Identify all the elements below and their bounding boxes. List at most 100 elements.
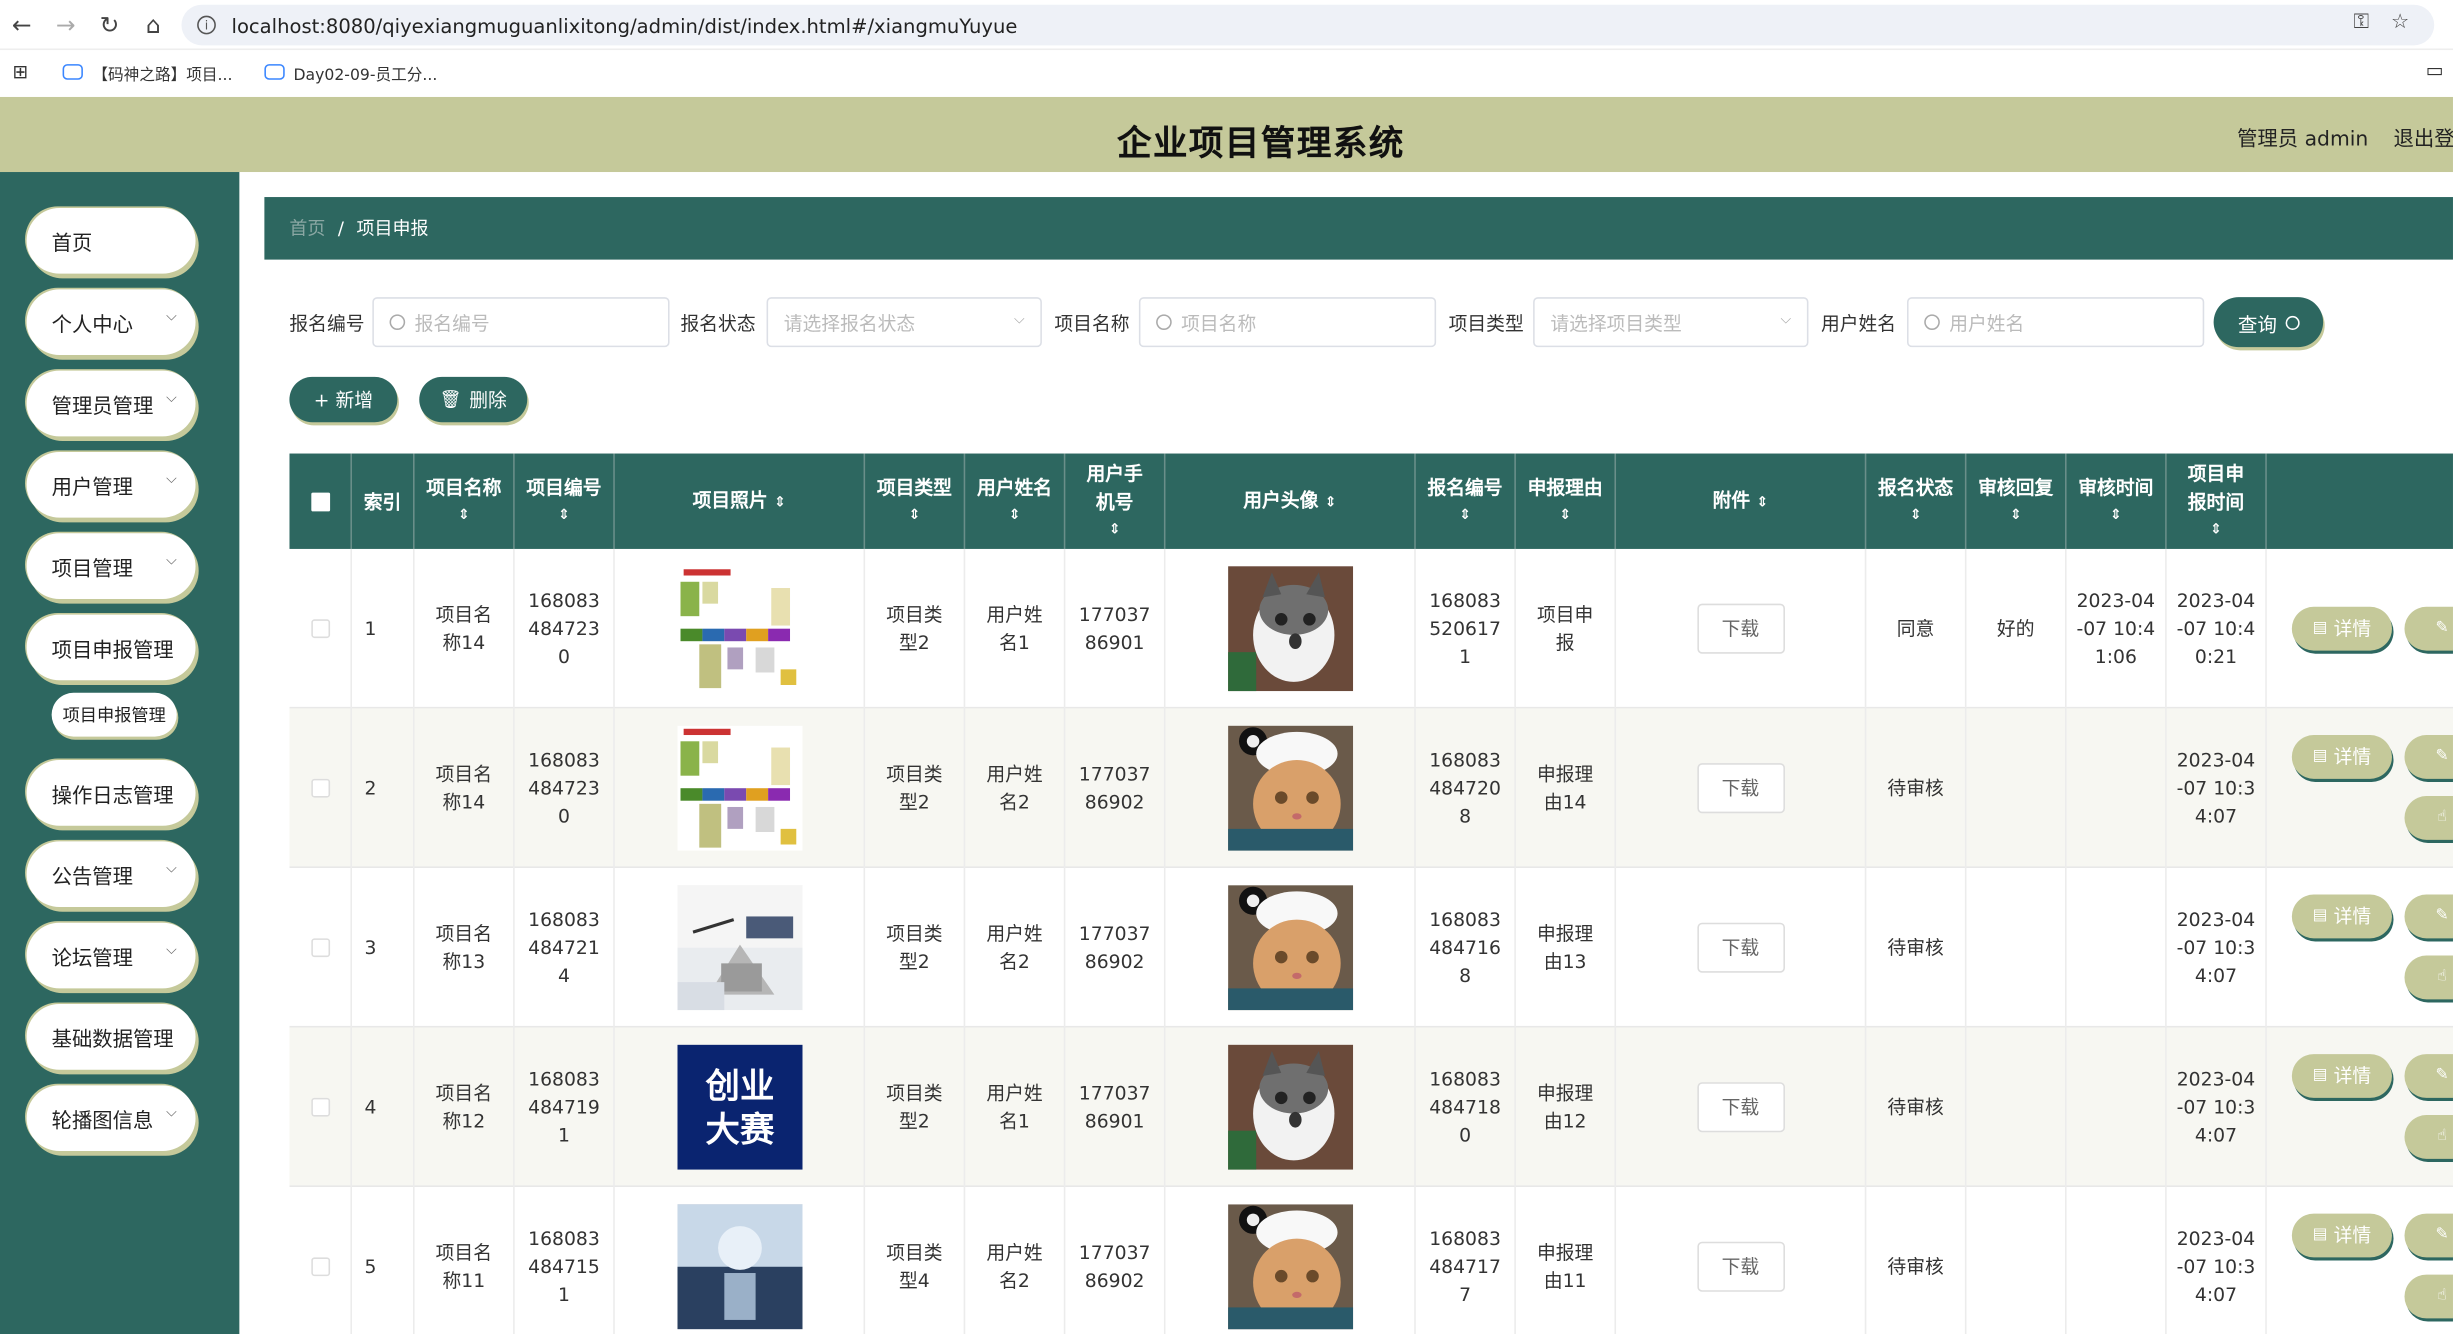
download-button[interactable]: 下载 xyxy=(1696,922,1785,973)
edit-button[interactable]: ✎修 xyxy=(2404,735,2453,779)
sidebar-item[interactable]: 操作日志管理 xyxy=(26,760,196,826)
sort-icon[interactable]: ⇕ xyxy=(558,501,570,529)
column-header[interactable]: 项目照片 ⇕ xyxy=(615,453,866,549)
project-photo xyxy=(676,725,802,851)
back-icon[interactable]: ← xyxy=(0,0,44,49)
review-button[interactable]: ☝审 xyxy=(2404,955,2453,1000)
add-button[interactable]: + 新增 xyxy=(289,376,398,423)
query-button[interactable]: 查询 xyxy=(2213,297,2324,348)
sort-icon[interactable]: ⇕ xyxy=(908,501,920,529)
column-header[interactable]: 项目编号 ⇕ xyxy=(515,453,615,549)
user-name-input[interactable]: 用户姓名 xyxy=(1907,297,2205,348)
delete-button[interactable]: 🗑 删除 xyxy=(419,376,528,423)
column-header[interactable]: 报名编号 ⇕ xyxy=(1416,453,1516,549)
edit-icon: ✎ xyxy=(2435,1066,2449,1084)
column-header[interactable]: 用户手机号 ⇕ xyxy=(1065,453,1166,549)
sidebar-subitem[interactable]: 项目申报管理 xyxy=(51,692,177,737)
forward-icon[interactable]: → xyxy=(44,0,88,49)
edit-button[interactable]: ✎修 xyxy=(2404,1054,2453,1098)
column-label: 报名编号 xyxy=(1427,476,1503,499)
column-header[interactable]: 项目名称 ⇕ xyxy=(415,453,515,549)
sort-icon[interactable]: ⇕ xyxy=(1325,495,1337,511)
sidebar-item[interactable]: 用户管理 ⌵ xyxy=(26,451,196,518)
breadcrumb-home[interactable]: 首页 xyxy=(289,216,325,241)
review-button[interactable]: ☝审 xyxy=(2404,1274,2453,1319)
select-all-checkbox[interactable] xyxy=(310,491,330,511)
bookmark-item[interactable]: Day02-09-员工分... xyxy=(263,60,437,84)
reload-icon[interactable]: ↻ xyxy=(88,0,132,49)
column-header[interactable]: 报名状态 ⇕ xyxy=(1866,453,1967,549)
sort-icon[interactable]: ⇕ xyxy=(774,495,786,511)
apps-grid-icon[interactable]: ⊞ xyxy=(13,61,29,83)
bookmark-item[interactable]: 【码神之路】项目... xyxy=(62,60,233,84)
detail-label: 详情 xyxy=(2333,745,2372,768)
sidebar-item[interactable]: 首页 xyxy=(26,207,196,274)
download-button[interactable]: 下载 xyxy=(1696,1241,1785,1292)
row-checkbox[interactable] xyxy=(310,1097,330,1117)
sort-icon[interactable]: ⇕ xyxy=(2210,515,2222,543)
table-cell: 申报理由14 xyxy=(1516,708,1617,868)
column-label: 申报理由 xyxy=(1527,476,1603,499)
address-bar[interactable]: i localhost:8080/qiyexiangmuguanlixitong… xyxy=(181,4,2435,46)
table-cell xyxy=(615,867,866,1028)
column-header[interactable]: 项目申报时间 ⇕ xyxy=(2167,453,2267,549)
detail-button[interactable]: ▤ 详情 xyxy=(2291,735,2392,779)
table-cell: 1 xyxy=(352,548,415,709)
row-checkbox[interactable] xyxy=(310,1257,330,1277)
column-label: 用户头像 xyxy=(1243,488,1319,511)
sort-icon[interactable]: ⇕ xyxy=(1756,495,1768,511)
column-label: 项目类型 xyxy=(876,476,952,499)
project-name-input[interactable]: 项目名称 xyxy=(1138,297,1437,348)
sort-icon[interactable]: ⇕ xyxy=(2010,501,2022,529)
home-icon[interactable]: ⌂ xyxy=(131,0,175,49)
sidebar-item[interactable]: 管理员管理 ⌵ xyxy=(26,370,196,437)
download-button[interactable]: 下载 xyxy=(1696,603,1785,654)
review-button[interactable]: ☝审 xyxy=(2404,1115,2453,1159)
project-type-select[interactable]: 请选择项目类型 ⌵ xyxy=(1533,297,1809,348)
sidebar-item[interactable]: 轮播图信息 ⌵ xyxy=(26,1085,196,1152)
row-checkbox[interactable] xyxy=(310,778,330,798)
detail-button[interactable]: ▤ 详情 xyxy=(2291,1213,2392,1258)
row-checkbox[interactable] xyxy=(310,619,330,639)
key-icon[interactable]: ⚿ xyxy=(2354,11,2369,34)
sort-icon[interactable]: ⇕ xyxy=(1109,515,1121,543)
column-header[interactable]: 附件 ⇕ xyxy=(1616,453,1867,549)
sort-icon[interactable]: ⇕ xyxy=(1009,501,1021,529)
column-header[interactable]: 审核时间 ⇕ xyxy=(2067,453,2167,549)
signup-status-select[interactable]: 请选择报名状态 ⌵ xyxy=(766,297,1042,348)
column-header[interactable]: 用户姓名 ⇕ xyxy=(965,453,1066,549)
download-button[interactable]: 下载 xyxy=(1696,1082,1785,1133)
sort-icon[interactable]: ⇕ xyxy=(1910,501,1922,529)
sort-icon[interactable]: ⇕ xyxy=(2110,501,2122,529)
edit-button[interactable]: ✎修 xyxy=(2404,606,2453,651)
site-info-icon[interactable]: i xyxy=(197,15,216,35)
column-header[interactable]: 审核回复 ⇕ xyxy=(1966,453,2067,549)
sidebar-item[interactable]: 个人中心 ⌵ xyxy=(26,289,196,356)
edit-button[interactable]: ✎修 xyxy=(2404,1213,2453,1258)
sort-icon[interactable]: ⇕ xyxy=(1459,501,1471,529)
table-cell: 用户姓名2 xyxy=(965,1187,1066,1334)
logout-link[interactable]: 退出登 xyxy=(2394,122,2453,151)
signup-code-input[interactable]: 报名编号 xyxy=(372,297,670,348)
bilibili-icon xyxy=(263,64,285,80)
sort-icon[interactable]: ⇕ xyxy=(458,501,470,529)
folder-icon[interactable]: ▭ xyxy=(2426,59,2444,81)
sidebar-item[interactable]: 项目管理 ⌵ xyxy=(26,533,196,599)
column-header[interactable]: 项目类型 ⇕ xyxy=(865,453,966,549)
sidebar-item[interactable]: 基础数据管理 xyxy=(26,1004,196,1070)
detail-button[interactable]: ▤ 详情 xyxy=(2291,894,2392,939)
download-button[interactable]: 下载 xyxy=(1696,763,1785,814)
detail-button[interactable]: ▤ 详情 xyxy=(2291,1054,2392,1098)
sidebar-item[interactable]: 项目申报管理 xyxy=(26,614,196,681)
column-header[interactable]: 用户头像 ⇕ xyxy=(1165,453,1416,549)
sort-icon[interactable]: ⇕ xyxy=(1559,501,1571,529)
bookmark-star-icon[interactable]: ☆ xyxy=(2391,11,2409,34)
row-checkbox[interactable] xyxy=(310,938,330,958)
sidebar-item[interactable]: 公告管理 ⌵ xyxy=(26,841,196,908)
review-button[interactable]: ☝审 xyxy=(2404,796,2453,840)
sidebar-item[interactable]: 论坛管理 ⌵ xyxy=(26,922,196,989)
edit-button[interactable]: ✎修 xyxy=(2404,894,2453,939)
detail-button[interactable]: ▤ 详情 xyxy=(2291,606,2392,651)
detail-label: 详情 xyxy=(2333,1224,2372,1247)
column-header[interactable]: 申报理由 ⇕ xyxy=(1516,453,1617,549)
